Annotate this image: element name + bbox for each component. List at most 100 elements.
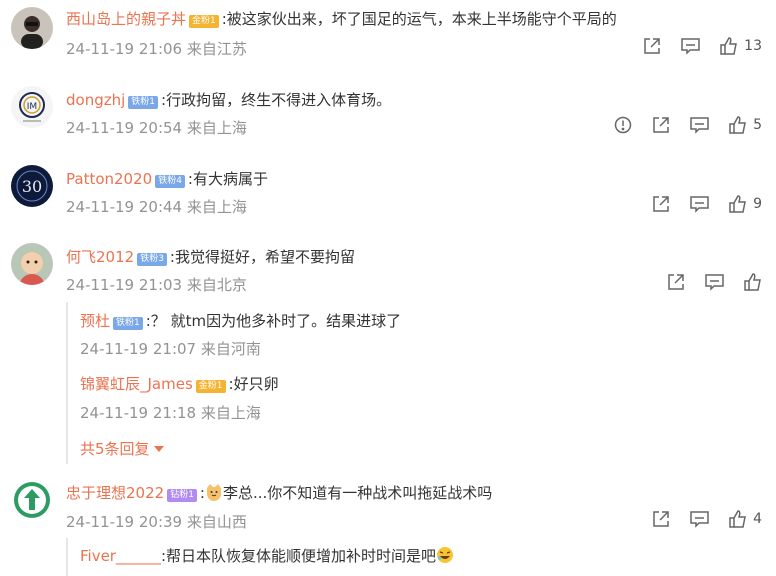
fan-badge[interactable]: 钻粉1 xyxy=(167,489,197,502)
username-link[interactable]: 预杜 xyxy=(80,312,110,330)
comment-button[interactable] xyxy=(690,510,709,528)
fan-badge[interactable]: 金粉1 xyxy=(195,380,226,393)
cat-emoji-icon xyxy=(205,483,223,505)
comment-content: dongzhj 铁粉1:行政拘留，终生不得进入体育场。 xyxy=(66,89,391,110)
comment-time: 24-11-19 21:06 xyxy=(66,40,183,58)
share-button[interactable] xyxy=(652,116,670,134)
comment-location: 来自上海 xyxy=(186,119,247,137)
reply-location: 来自河南 xyxy=(200,340,261,358)
comment-icon xyxy=(705,274,724,291)
comment-icon xyxy=(690,117,709,134)
comment-location: 来自山西 xyxy=(186,513,247,531)
thumbs-up-icon xyxy=(720,37,738,55)
comment-button[interactable] xyxy=(681,37,700,55)
share-icon xyxy=(653,196,669,212)
svg-text:30: 30 xyxy=(22,177,42,196)
fan-badge[interactable]: 铁粉3 xyxy=(137,253,167,266)
fan-badge[interactable]: 铁粉1 xyxy=(128,96,159,109)
username-link[interactable]: 锦翼虹辰_James xyxy=(80,375,193,393)
reply-content: 锦翼虹辰_James 金粉1:好只卵 xyxy=(80,373,279,394)
like-button[interactable] xyxy=(744,273,762,291)
comment-meta: 24-11-19 21:03 来自北京 xyxy=(66,274,247,295)
comment-meta: 24-11-19 20:44 来自上海 xyxy=(66,196,247,217)
like-button[interactable]: 9 xyxy=(729,195,762,213)
comment-time: 24-11-19 20:39 xyxy=(66,513,183,531)
like-button[interactable]: 5 xyxy=(729,116,762,134)
username-link[interactable]: 西山岛上的親子丼 xyxy=(66,10,186,28)
avatar[interactable] xyxy=(11,7,53,49)
more-replies-link[interactable]: 共5条回复 xyxy=(80,438,165,459)
reply-content: Fiver______:帮日本队恢复体能顺便增加补时时间是吧 xyxy=(80,545,454,568)
reply-meta: 24-11-19 21:18 来自上海 xyxy=(80,402,261,423)
reply-time: 24-11-19 21:07 xyxy=(80,340,197,358)
comment-meta: 24-11-19 20:54 来自上海 xyxy=(66,117,247,138)
like-count: 4 xyxy=(753,511,762,527)
comment-content: 西山岛上的親子丼 金粉1:被这家伙出来，坏了国足的运气，本来上半场能守个平局的 xyxy=(66,8,617,29)
comment-meta: 24-11-19 20:39 来自山西 xyxy=(66,511,247,532)
caret-down-icon xyxy=(154,446,165,452)
reply-text: :？ 就tm因为他多补时了。结果进球了 xyxy=(145,312,402,330)
comment-content: 忠于理想2022 钻粉1: 李总...你不知道有一种战术叫拖延战术吗 xyxy=(66,482,492,505)
share-icon xyxy=(653,511,669,527)
avatar[interactable] xyxy=(11,479,53,521)
username-link[interactable]: dongzhj xyxy=(66,91,125,109)
share-icon xyxy=(644,38,660,54)
username-link[interactable]: Patton2020 xyxy=(66,170,152,188)
svg-text:IM: IM xyxy=(27,102,37,112)
comment-button[interactable] xyxy=(690,195,709,213)
reply-text: :帮日本队恢复体能顺便增加补时时间是吧 xyxy=(160,547,437,565)
username-link[interactable]: 何飞2012 xyxy=(66,248,134,266)
comment-time: 24-11-19 20:44 xyxy=(66,198,183,216)
avatar[interactable]: 30 xyxy=(11,165,53,207)
comment-button[interactable] xyxy=(705,273,724,291)
comment-location: 来自北京 xyxy=(186,276,247,294)
reply-location: 来自上海 xyxy=(200,404,261,422)
comment-content: 何飞2012 铁粉3:我觉得挺好，希望不要拘留 xyxy=(66,246,355,267)
report-button[interactable] xyxy=(614,116,632,134)
comment-time: 24-11-19 21:03 xyxy=(66,276,183,294)
thumbs-up-icon xyxy=(729,116,746,134)
comment-text: :行政拘留，终生不得进入体育场。 xyxy=(161,91,392,109)
thumbs-up-icon xyxy=(729,510,746,528)
reply-thread: 预杜 铁粉1:？ 就tm因为他多补时了。结果进球了 24-11-19 21:07 … xyxy=(66,302,768,464)
comment-time: 24-11-19 20:54 xyxy=(66,119,183,137)
comment-icon xyxy=(690,511,709,528)
more-replies-label: 共5条回复 xyxy=(80,440,150,458)
comment-text: :有大病属于 xyxy=(187,170,268,188)
share-icon xyxy=(668,274,684,290)
reply-text: :好只卵 xyxy=(228,375,279,393)
comment-text: 李总...你不知道有一种战术叫拖延战术吗 xyxy=(222,484,493,502)
like-count: 13 xyxy=(744,38,762,54)
reply-meta: 24-11-19 21:07 来自河南 xyxy=(80,338,261,359)
comment-location: 来自江苏 xyxy=(186,40,247,58)
fan-badge[interactable]: 金粉1 xyxy=(189,15,219,28)
username-link[interactable]: Fiver______ xyxy=(80,547,161,565)
comment-content: Patton2020 铁粉4:有大病属于 xyxy=(66,168,268,189)
avatar[interactable]: IM xyxy=(11,86,53,128)
like-button[interactable]: 4 xyxy=(729,510,762,528)
comment-icon xyxy=(681,38,700,55)
reply-time: 24-11-19 21:18 xyxy=(80,404,197,422)
username-link[interactable]: 忠于理想2022 xyxy=(66,484,164,502)
thumbs-up-icon xyxy=(744,273,761,291)
comment-text: :被这家伙出来，坏了国足的运气，本来上半场能守个平局的 xyxy=(221,10,617,28)
share-icon xyxy=(653,117,669,133)
laughing-emoji-icon xyxy=(436,546,454,568)
fan-badge[interactable]: 铁粉4 xyxy=(155,175,185,188)
reply-content: 预杜 铁粉1:？ 就tm因为他多补时了。结果进球了 xyxy=(80,310,401,331)
comment-button[interactable] xyxy=(690,116,709,134)
share-button[interactable] xyxy=(652,195,670,213)
comment-location: 来自上海 xyxy=(186,198,247,216)
like-count: 5 xyxy=(753,117,762,133)
avatar[interactable] xyxy=(11,243,53,285)
report-icon xyxy=(614,116,632,134)
comment-icon xyxy=(690,196,709,213)
thumbs-up-icon xyxy=(729,195,746,213)
comment-text: :我觉得挺好，希望不要拘留 xyxy=(169,248,355,266)
fan-badge[interactable]: 铁粉1 xyxy=(113,317,143,330)
share-button[interactable] xyxy=(643,37,661,55)
like-button[interactable]: 13 xyxy=(720,37,762,55)
share-button[interactable] xyxy=(652,510,670,528)
share-button[interactable] xyxy=(667,273,685,291)
like-count: 9 xyxy=(753,196,762,212)
